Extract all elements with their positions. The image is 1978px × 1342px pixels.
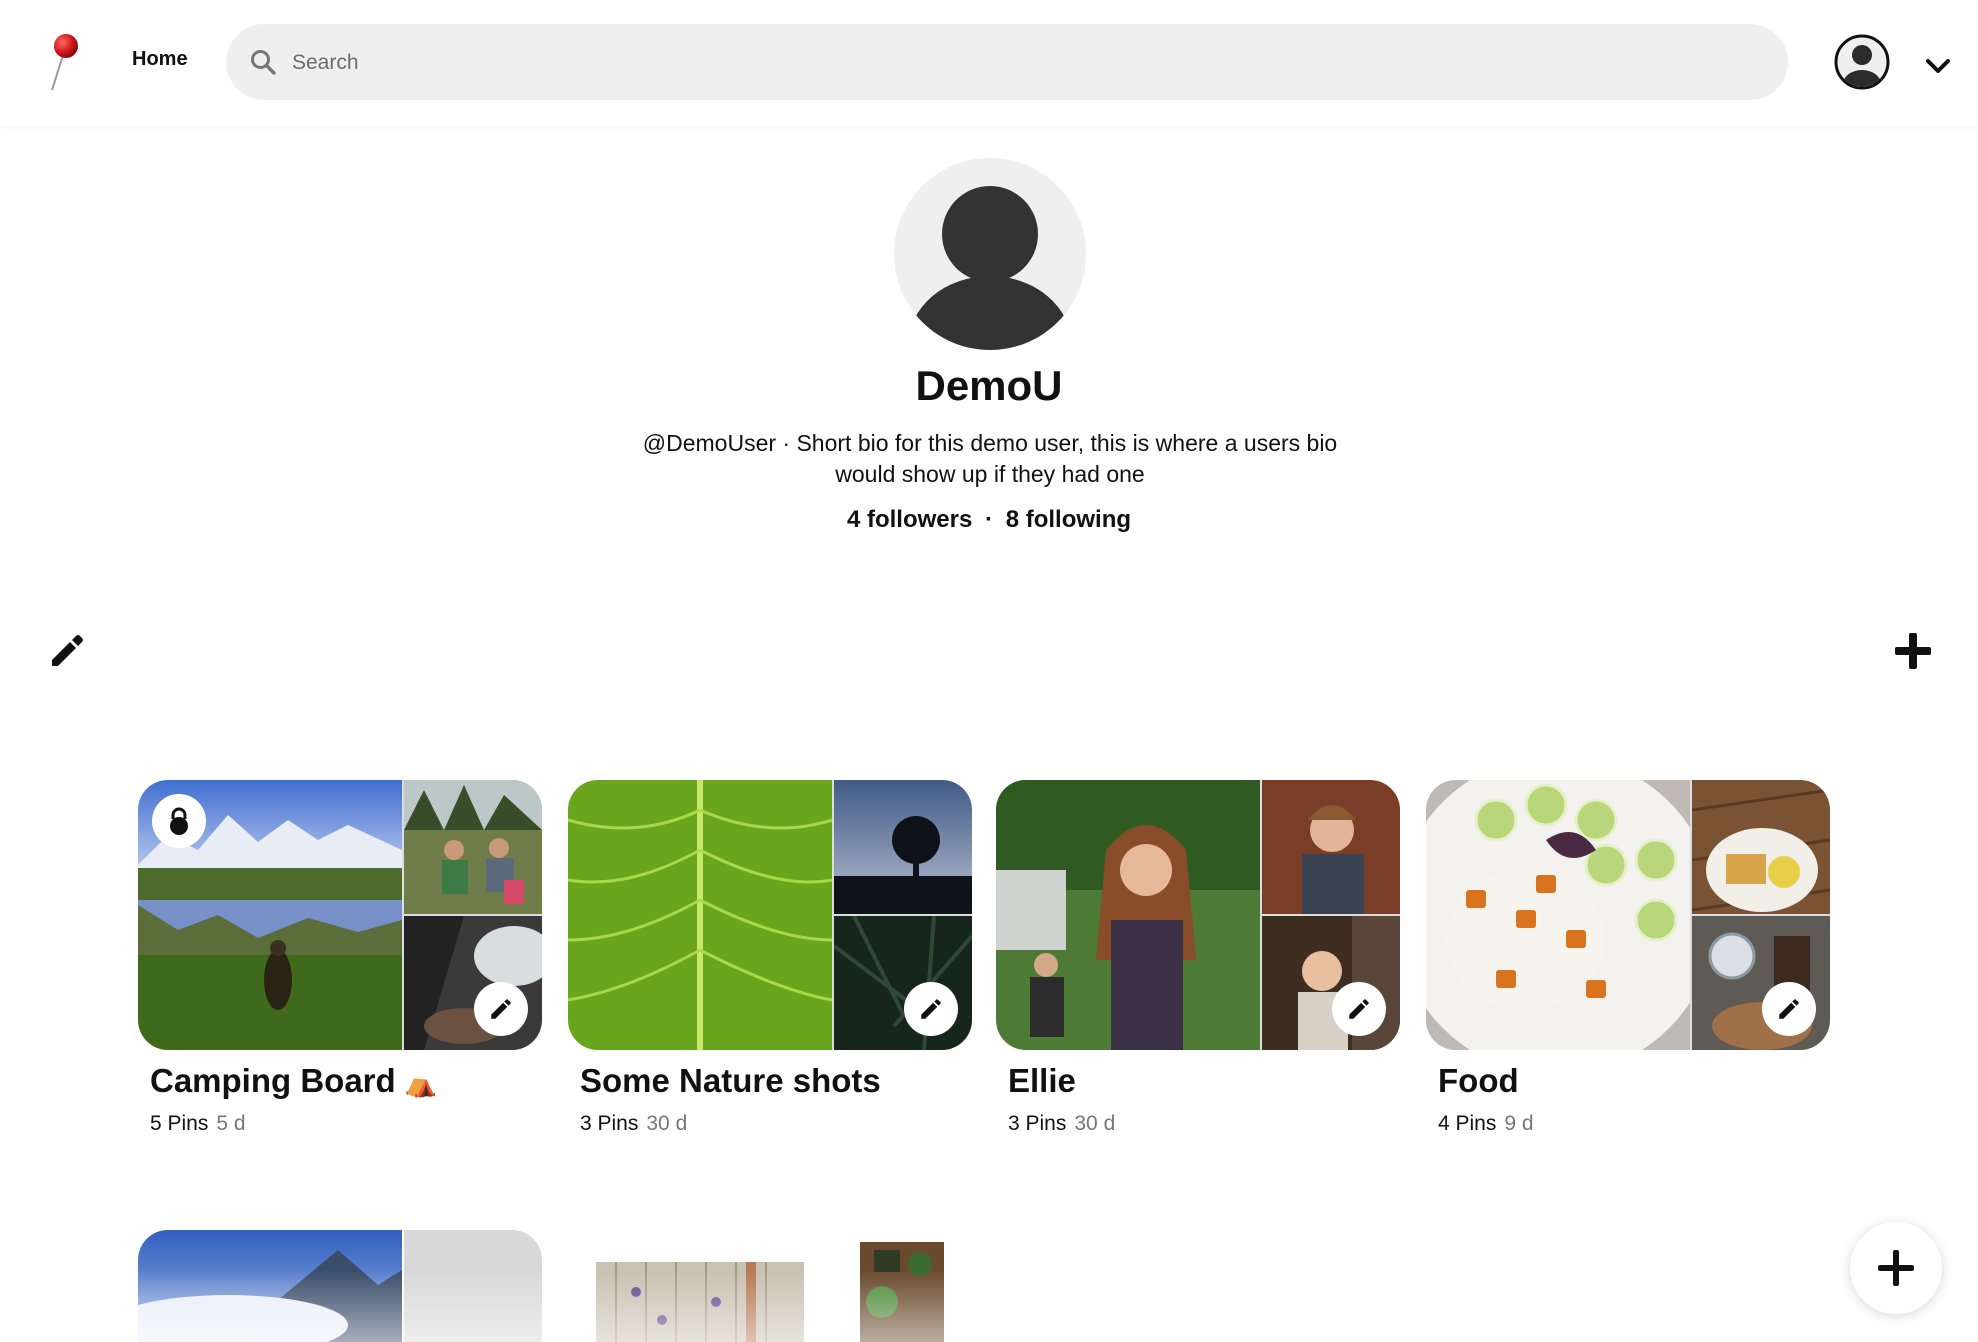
leaf-photo bbox=[568, 780, 832, 1050]
woman-bar-photo bbox=[1262, 916, 1400, 1050]
search-icon bbox=[251, 50, 276, 75]
board-cover[interactable] bbox=[568, 780, 972, 1050]
mountain-clouds-photo bbox=[138, 1230, 542, 1342]
board-title[interactable]: Camping Board ⛺ bbox=[150, 1062, 542, 1100]
board-age: 5 d bbox=[216, 1112, 246, 1135]
dark-fern-photo bbox=[834, 916, 972, 1050]
search-bar[interactable] bbox=[226, 24, 1788, 100]
board-title[interactable]: Ellie bbox=[1008, 1062, 1400, 1100]
profile-stats: 4 followers · 8 following bbox=[0, 506, 1978, 534]
pin-count: 5 Pins bbox=[150, 1112, 209, 1135]
tent-interior-photo bbox=[404, 916, 542, 1050]
tree-silhouette-photo bbox=[834, 780, 972, 914]
create-button[interactable] bbox=[1850, 1222, 1942, 1314]
board-age: 30 d bbox=[646, 1112, 688, 1135]
woman-laptop-photo bbox=[1262, 780, 1400, 914]
user-silhouette-icon bbox=[908, 186, 1072, 350]
board-age: 9 d bbox=[1504, 1112, 1534, 1135]
board-cover[interactable] bbox=[138, 780, 542, 1050]
board-cover[interactable] bbox=[1426, 780, 1830, 1050]
camping-friends-photo bbox=[404, 780, 542, 914]
pushpin-icon[interactable] bbox=[44, 32, 84, 92]
fence-flowers-photo bbox=[596, 1262, 804, 1342]
tent-emoji: ⛺ bbox=[404, 1068, 438, 1098]
add-board-button[interactable] bbox=[1892, 630, 1934, 672]
board-age: 30 d bbox=[1074, 1112, 1116, 1135]
board-title[interactable]: Food bbox=[1438, 1062, 1830, 1100]
stats-separator: · bbox=[985, 506, 994, 533]
board-cover-partial-fence[interactable] bbox=[596, 1262, 804, 1342]
following-count[interactable]: 8 following bbox=[1006, 506, 1131, 534]
potted-plants-photo bbox=[860, 1242, 944, 1342]
plus-icon bbox=[1895, 633, 1931, 669]
pencil-icon bbox=[52, 635, 83, 666]
pin-count: 4 Pins bbox=[1438, 1112, 1497, 1135]
board-card-nature[interactable]: Some Nature shots 3 Pins 30 d bbox=[568, 780, 972, 1136]
food-plate-photo bbox=[1426, 780, 1690, 1050]
table-setting-photo bbox=[1692, 916, 1830, 1050]
board-meta: 4 Pins 9 d bbox=[1438, 1112, 1830, 1136]
pencil-icon[interactable] bbox=[1332, 982, 1386, 1036]
lock-icon bbox=[152, 794, 206, 848]
top-nav-bar: Home bbox=[0, 0, 1978, 126]
pencil-icon[interactable] bbox=[474, 982, 528, 1036]
board-meta: 5 Pins 5 d bbox=[150, 1112, 542, 1136]
board-meta: 3 Pins 30 d bbox=[1008, 1112, 1400, 1136]
pin-count: 3 Pins bbox=[1008, 1112, 1067, 1135]
board-card-food[interactable]: Food 4 Pins 9 d bbox=[1426, 780, 1830, 1136]
board-cover-partial-plants[interactable] bbox=[860, 1242, 944, 1342]
board-title[interactable]: Some Nature shots bbox=[580, 1062, 972, 1100]
portrait-outdoor-photo bbox=[996, 780, 1260, 1050]
profile-bio: @DemoUser · Short bio for this demo user… bbox=[642, 430, 1338, 487]
breakfast-photo bbox=[1692, 780, 1830, 914]
profile-avatar bbox=[894, 158, 1086, 350]
search-input[interactable] bbox=[290, 42, 1734, 84]
board-card-camping[interactable]: Camping Board ⛺ 5 Pins 5 d bbox=[138, 780, 542, 1136]
board-card-partial-mountains[interactable] bbox=[138, 1230, 542, 1342]
pin-count: 3 Pins bbox=[580, 1112, 639, 1135]
board-card-ellie[interactable]: Ellie 3 Pins 30 d bbox=[996, 780, 1400, 1136]
user-avatar-icon[interactable] bbox=[1834, 34, 1890, 90]
followers-count[interactable]: 4 followers bbox=[847, 506, 972, 534]
plus-icon bbox=[1878, 1250, 1914, 1286]
board-cover[interactable] bbox=[996, 780, 1400, 1050]
chevron-down-icon[interactable] bbox=[1924, 56, 1952, 76]
pencil-icon[interactable] bbox=[904, 982, 958, 1036]
edit-profile-button[interactable] bbox=[46, 632, 86, 672]
profile-name: DemoU bbox=[915, 362, 1063, 409]
board-meta: 3 Pins 30 d bbox=[580, 1112, 972, 1136]
pencil-icon[interactable] bbox=[1762, 982, 1816, 1036]
home-link[interactable]: Home bbox=[132, 48, 188, 71]
